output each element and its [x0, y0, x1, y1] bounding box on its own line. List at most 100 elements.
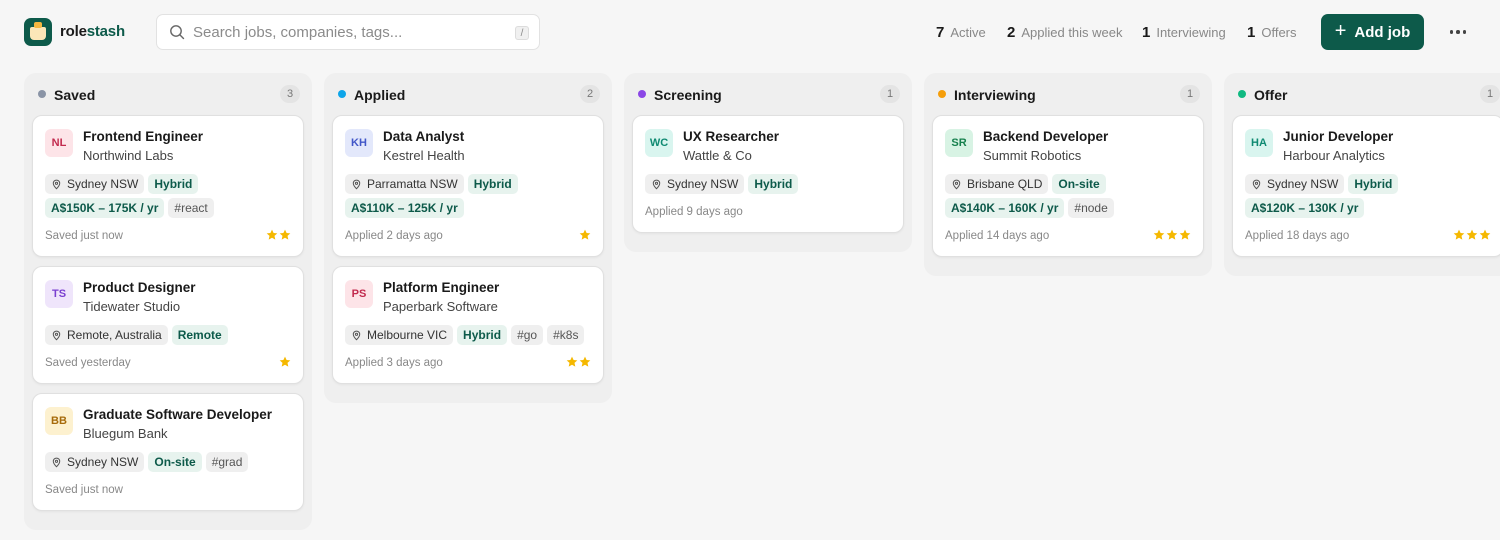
work-mode-tag: Hybrid	[148, 174, 199, 194]
job-title: Data Analyst	[383, 129, 465, 144]
more-options-icon[interactable]	[1442, 22, 1474, 42]
job-title: Junior Developer	[1283, 129, 1394, 144]
star-icon	[566, 356, 578, 367]
card-list: HA Junior Developer Harbour Analytics Sydne…	[1224, 115, 1500, 276]
column-header: Applied 2	[324, 73, 612, 115]
priority-stars[interactable]	[279, 356, 291, 368]
company-avatar: SR	[945, 129, 973, 157]
star-icon	[279, 356, 291, 367]
tag-list: Parramatta NSW Hybrid A$110K – 125K / yr	[345, 174, 591, 218]
column-title: Interviewing	[954, 87, 1036, 103]
job-title: Graduate Software Developer	[83, 407, 273, 422]
star-icon	[279, 229, 291, 240]
company-name: Tidewater Studio	[83, 299, 181, 314]
column-count-badge: 3	[280, 85, 300, 103]
tag-list: Sydney NSW Hybrid A$150K – 175K / yr #react	[45, 174, 291, 218]
search-box[interactable]: /	[156, 14, 540, 50]
location-pin-icon	[52, 179, 61, 189]
priority-stars[interactable]	[1453, 229, 1491, 241]
work-mode-tag: Hybrid	[467, 174, 518, 194]
job-card[interactable]: SR Backend Developer Summit Robotics Brisba…	[932, 115, 1204, 257]
column-count-badge: 1	[1480, 85, 1500, 103]
star-icon	[1166, 229, 1178, 240]
company-avatar: PS	[345, 280, 373, 308]
job-card[interactable]: WC UX Researcher Wattle & Co Sydney NSW Hybr…	[632, 115, 904, 233]
column-count-badge: 2	[580, 85, 600, 103]
column-offer: Offer 1 HA Junior Developer Harbour Analytic…	[1224, 73, 1500, 276]
search-icon	[170, 25, 185, 40]
card-status-text: Applied 18 days ago	[1245, 230, 1350, 242]
column-status-dot	[638, 90, 646, 98]
hashtag-tag[interactable]: #node	[1068, 198, 1114, 218]
location-tag: Brisbane QLD	[945, 174, 1049, 194]
company-name: Northwind Labs	[83, 148, 174, 163]
brand-name[interactable]: rolestash	[60, 23, 125, 40]
hashtag-tag[interactable]: #go	[511, 325, 544, 345]
search-shortcut-hint: /	[515, 26, 529, 40]
job-title: Platform Engineer	[383, 280, 500, 295]
company-avatar: HA	[1245, 129, 1273, 157]
company-name: Kestrel Health	[383, 148, 465, 163]
salary-tag: A$140K – 160K / yr	[945, 198, 1065, 218]
work-mode-tag: Hybrid	[748, 174, 799, 194]
job-title: Frontend Engineer	[83, 129, 204, 144]
star-icon	[1466, 229, 1478, 240]
column-header: Offer 1	[1224, 73, 1500, 115]
column-status-dot	[1238, 90, 1246, 98]
card-status-text: Applied 14 days ago	[945, 230, 1050, 242]
rolestash-logo-icon[interactable]	[24, 18, 52, 46]
location-tag: Parramatta NSW	[345, 174, 464, 194]
company-name: Harbour Analytics	[1283, 148, 1385, 163]
hashtag-tag[interactable]: #react	[168, 198, 214, 218]
column-count-badge: 1	[880, 85, 900, 103]
job-card[interactable]: TS Product Designer Tidewater Studio Remote…	[32, 266, 304, 384]
top-bar: rolestash / 7Active 2Applied this week 1…	[0, 0, 1500, 64]
tag-list: Sydney NSW Hybrid A$120K – 130K / yr	[1245, 174, 1491, 218]
job-card[interactable]: PS Platform Engineer Paperbark Software Mel…	[332, 266, 604, 384]
hashtag-tag[interactable]: #k8s	[547, 325, 585, 345]
add-job-button[interactable]: + Add job	[1321, 14, 1424, 50]
job-title: UX Researcher	[683, 129, 780, 144]
salary-tag: A$150K – 175K / yr	[45, 198, 165, 218]
job-card[interactable]: HA Junior Developer Harbour Analytics Sydne…	[1232, 115, 1500, 257]
location-pin-icon	[52, 457, 61, 467]
star-icon	[266, 229, 278, 240]
work-mode-tag: On-site	[1052, 174, 1106, 194]
hashtag-tag[interactable]: #grad	[205, 452, 249, 472]
star-icon	[579, 356, 591, 367]
tag-list: Remote, Australia Remote	[45, 325, 291, 345]
card-status-text: Saved just now	[45, 484, 123, 496]
priority-stars[interactable]	[266, 229, 291, 241]
star-icon	[579, 229, 591, 240]
card-status-text: Applied 2 days ago	[345, 230, 443, 242]
search-input[interactable]	[193, 21, 493, 43]
job-card[interactable]: BB Graduate Software Developer Bluegum Ban…	[32, 393, 304, 511]
star-icon	[1453, 229, 1465, 240]
location-tag: Melbourne VIC	[345, 325, 454, 345]
priority-stars[interactable]	[1153, 229, 1191, 241]
priority-stars[interactable]	[579, 229, 591, 241]
job-card[interactable]: KH Data Analyst Kestrel Health Parramatta N…	[332, 115, 604, 257]
card-list: KH Data Analyst Kestrel Health Parramatta N…	[324, 115, 612, 403]
column-header: Interviewing 1	[924, 73, 1212, 115]
card-status-text: Saved yesterday	[45, 357, 131, 369]
job-title: Product Designer	[83, 280, 196, 295]
plus-icon: +	[1334, 20, 1347, 42]
location-tag: Sydney NSW	[45, 174, 145, 194]
card-list: SR Backend Developer Summit Robotics Brisba…	[924, 115, 1212, 276]
star-icon	[1179, 229, 1191, 240]
star-icon	[1153, 229, 1165, 240]
company-avatar: KH	[345, 129, 373, 157]
stat-interviewing: 1 Interviewing	[1142, 24, 1226, 41]
column-header: Screening 1	[624, 73, 912, 115]
location-pin-icon	[652, 179, 661, 189]
tag-list: Melbourne VIC Hybrid #go #k8s	[345, 325, 591, 345]
column-title: Saved	[54, 87, 96, 103]
company-name: Wattle & Co	[683, 148, 752, 163]
salary-tag: A$120K – 130K / yr	[1245, 198, 1365, 218]
location-pin-icon	[1252, 179, 1261, 189]
job-card[interactable]: NL Frontend Engineer Northwind Labs Sydney …	[32, 115, 304, 257]
column-applied: Applied 2 KH Data Analyst Kestrel Health Parr…	[324, 73, 612, 403]
work-mode-tag: Hybrid	[1348, 174, 1399, 194]
priority-stars[interactable]	[566, 356, 591, 368]
